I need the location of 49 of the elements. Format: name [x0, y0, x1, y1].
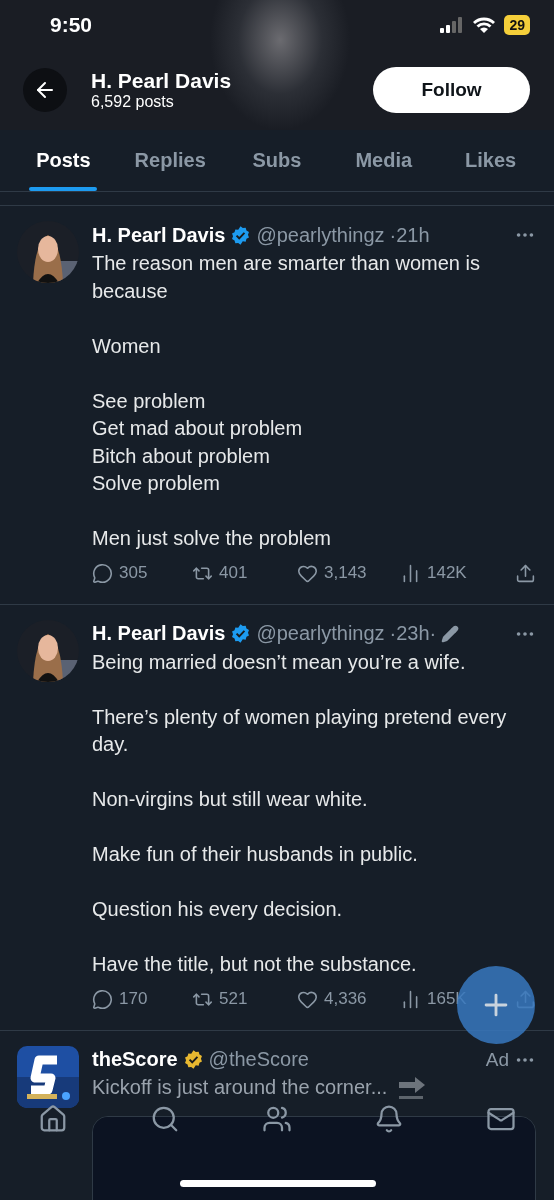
profile-tab[interactable]: Subs: [223, 130, 331, 191]
post-text: Women: [92, 333, 162, 359]
post-time: ·23h·: [389, 622, 437, 645]
post-text: Being married doesn’t mean you’re a wife.: [92, 649, 467, 675]
stat-count: 305: [119, 563, 148, 583]
profile-tab[interactable]: Posts: [10, 130, 117, 191]
profile-tab[interactable]: Media: [330, 130, 438, 191]
bell-icon[interactable]: [374, 1104, 404, 1134]
stat-count: 521: [219, 989, 248, 1009]
post-time: ·21h: [389, 223, 430, 247]
post-text: Non-virgins but still wear white.: [92, 787, 369, 812]
reply-icon[interactable]: [92, 988, 113, 1010]
post-count: 6,592 posts: [91, 93, 175, 111]
post-text: See problem Get mad about problem Bitch about problem Solve problem: [92, 388, 304, 496]
share-icon[interactable]: [515, 562, 536, 584]
post-text: Kickoff is just around the corner...: [92, 1074, 388, 1100]
stat-count: 170: [119, 989, 148, 1009]
battery-indicator: 29: [504, 15, 530, 35]
post-text: Men just solve the problem: [92, 526, 332, 551]
wifi-icon: [472, 16, 497, 34]
logo-icon[interactable]: [17, 1045, 79, 1108]
status-time: 9:50: [50, 13, 93, 37]
author-handle[interactable]: @pearlythingz: [256, 622, 385, 645]
profile-name: H. Pearl Davis: [91, 69, 233, 93]
author-handle[interactable]: @pearlythingz: [256, 223, 385, 247]
people-icon[interactable]: [262, 1104, 292, 1134]
post-text: Have the title, but not the substance.: [92, 952, 418, 977]
stat-count: 3,143: [324, 563, 367, 583]
follow-button[interactable]: Follow: [373, 67, 530, 113]
author-name[interactable]: H. Pearl Davis: [92, 223, 226, 247]
post-text: Make fun of their husbands in public.: [92, 842, 419, 867]
pencil-icon[interactable]: [441, 624, 460, 643]
profile-tab[interactable]: Likes: [437, 130, 544, 191]
post-text: Question his every decision.: [92, 897, 344, 922]
author-handle[interactable]: @theScore: [208, 1048, 309, 1071]
stat-count: 4,336: [324, 989, 367, 1009]
post-text: There’s plenty of women playing pretend every day.: [92, 704, 508, 757]
search-icon[interactable]: [150, 1104, 180, 1134]
signal-icon: [440, 17, 465, 33]
home-icon[interactable]: [38, 1104, 68, 1134]
post-text: The reason men are smarter than women is because: [92, 251, 481, 304]
stat-count: 142K: [427, 563, 467, 583]
back-button[interactable]: [23, 68, 67, 112]
ad-label: Ad: [485, 1048, 509, 1071]
reply-icon[interactable]: [92, 562, 113, 584]
stat-count: 401: [219, 563, 248, 583]
author-name[interactable]: theScore: [92, 1048, 178, 1071]
profile-tab[interactable]: Replies: [116, 130, 224, 191]
author-name[interactable]: H. Pearl Davis: [92, 622, 226, 645]
